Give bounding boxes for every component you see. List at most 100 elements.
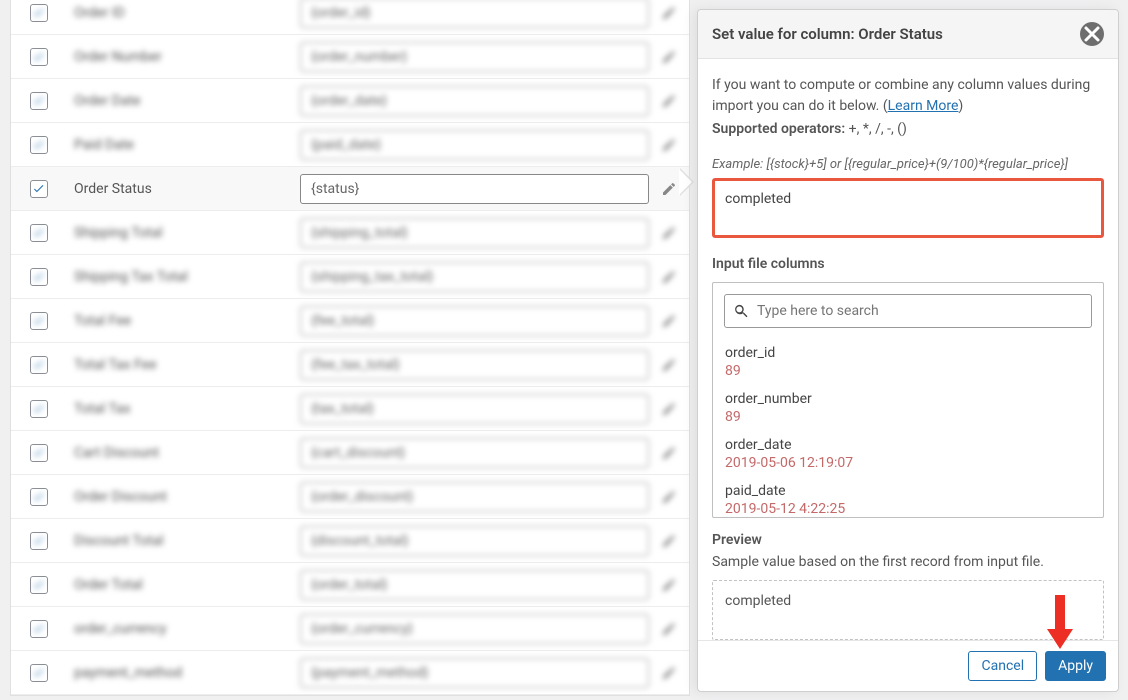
mapping-row-checkbox[interactable] [30,488,48,506]
mapping-row-value-cell: {fee_tax_total} [296,350,689,380]
column-item[interactable]: paid_date2019-05-12 4:22:25 [725,477,1091,517]
pencil-icon[interactable] [661,181,677,197]
pencil-icon[interactable] [661,489,677,505]
mapping-row-name: payment_method [66,665,296,681]
pencil-icon[interactable] [661,225,677,241]
preview-heading: Preview [712,532,1104,548]
mapping-row: Paid Date{paid_date} [11,123,689,167]
column-key: paid_date [725,483,1091,499]
mapping-row-value-cell: {status} [296,174,689,204]
pencil-icon[interactable] [661,269,677,285]
mapping-row-checkbox[interactable] [30,356,48,374]
panel-title: Set value for column: Order Status [712,25,943,43]
mapping-row-value[interactable]: {order_discount} [300,482,649,512]
pencil-icon[interactable] [661,357,677,373]
close-icon[interactable] [1080,22,1104,46]
cancel-button[interactable]: Cancel [968,651,1037,681]
mapping-row-checkbox[interactable] [30,92,48,110]
mapping-row-checkbox[interactable] [30,180,48,198]
pencil-icon[interactable] [661,577,677,593]
pencil-icon[interactable] [661,49,677,65]
column-search-input[interactable] [757,303,1083,319]
mapping-row-checkbox[interactable] [30,444,48,462]
mapping-row-value-cell: {order_discount} [296,482,689,512]
column-item[interactable]: order_date2019-05-06 12:19:07 [725,431,1091,477]
pencil-icon[interactable] [661,93,677,109]
expression-input[interactable] [715,181,1101,217]
mapping-row-value[interactable]: {fee_tax_total} [300,350,649,380]
mapping-row-value[interactable]: {payment_method} [300,658,649,688]
mapping-row-checkbox-cell [11,312,66,330]
mapping-row-value[interactable]: {paid_date} [300,130,649,160]
mapping-row-value-cell: {fee_total} [296,306,689,336]
pencil-icon[interactable] [661,401,677,417]
mapping-row-name: Total Tax [66,401,296,417]
mapping-row-value-cell: {order_currency} [296,614,689,644]
mapping-row: Order Status{status} [11,167,689,211]
mapping-row-name: Discount Total [66,533,296,549]
pencil-icon[interactable] [661,533,677,549]
mapping-row-value[interactable]: {discount_total} [300,526,649,556]
mapping-row-value-cell: {shipping_total} [296,218,689,248]
mapping-row-value[interactable]: {order_id} [300,0,649,28]
pencil-icon[interactable] [661,5,677,21]
mapping-row-checkbox-cell [11,180,66,198]
learn-more-link[interactable]: Learn More [888,98,959,114]
mapping-row-checkbox[interactable] [30,136,48,154]
pencil-icon[interactable] [661,137,677,153]
mapping-row-value[interactable]: {order_total} [300,570,649,600]
mapping-row-checkbox-cell [11,92,66,110]
pencil-icon[interactable] [661,445,677,461]
mapping-row: Cart Discount{cart_discount} [11,431,689,475]
mapping-row-value[interactable]: {tax_total} [300,394,649,424]
column-sample: 2019-05-06 12:19:07 [725,455,1091,471]
mapping-row-name: Order Discount [66,489,296,505]
mapping-row-checkbox[interactable] [30,400,48,418]
mapping-row-checkbox[interactable] [30,48,48,66]
apply-button[interactable]: Apply [1045,651,1106,681]
mapping-row-value-cell: {order_date} [296,86,689,116]
pencil-icon[interactable] [661,665,677,681]
mapping-row: Discount Total{discount_total} [11,519,689,563]
mapping-row-value[interactable]: {order_date} [300,86,649,116]
pencil-icon[interactable] [661,313,677,329]
pencil-icon[interactable] [661,621,677,637]
mapping-row-checkbox[interactable] [30,312,48,330]
mapping-row-checkbox[interactable] [30,532,48,550]
mapping-row-checkbox[interactable] [30,664,48,682]
example-label: Example: [712,157,767,172]
mapping-row-value[interactable]: {status} [300,174,649,204]
column-search[interactable] [724,294,1092,328]
mapping-row-checkbox[interactable] [30,576,48,594]
panel-body: If you want to compute or combine any co… [698,59,1118,640]
mapping-row-value[interactable]: {order_number} [300,42,649,72]
mapping-row-checkbox-cell [11,532,66,550]
mapping-row-value-cell: {order_number} [296,42,689,72]
example-text: [{stock}+5] or [{regular_price}+(9/100)*… [767,157,1069,172]
mapping-row-value[interactable]: {shipping_total} [300,218,649,248]
mapping-row-checkbox[interactable] [30,620,48,638]
mapping-row-value[interactable]: {cart_discount} [300,438,649,468]
help-text: If you want to compute or combine any co… [712,75,1104,117]
input-columns-heading: Input file columns [712,256,1104,272]
column-sample: 89 [725,363,1091,379]
mapping-row-checkbox-cell [11,576,66,594]
mapping-row-name: Paid Date [66,137,296,153]
mapping-row-checkbox[interactable] [30,4,48,22]
mapping-row: Order Discount{order_discount} [11,475,689,519]
mapping-row-checkbox[interactable] [30,268,48,286]
mapping-row-name: Shipping Total [66,225,296,241]
mapping-row-checkbox-cell [11,48,66,66]
mapping-row-value[interactable]: {fee_total} [300,306,649,336]
supported-ops: +, *, /, -, () [845,121,907,137]
mapping-row-value[interactable]: {shipping_tax_total} [300,262,649,292]
mapping-row-checkbox-cell [11,664,66,682]
column-item[interactable]: order_id89 [725,339,1091,385]
mapping-row-value-cell: {payment_method} [296,658,689,688]
column-item[interactable]: order_number89 [725,385,1091,431]
mapping-row-checkbox[interactable] [30,224,48,242]
mapping-row: order_currency{order_currency} [11,607,689,651]
mapping-row-value[interactable]: {order_currency} [300,614,649,644]
preview-box: completed [712,580,1104,640]
mapping-row-value-cell: {tax_total} [296,394,689,424]
